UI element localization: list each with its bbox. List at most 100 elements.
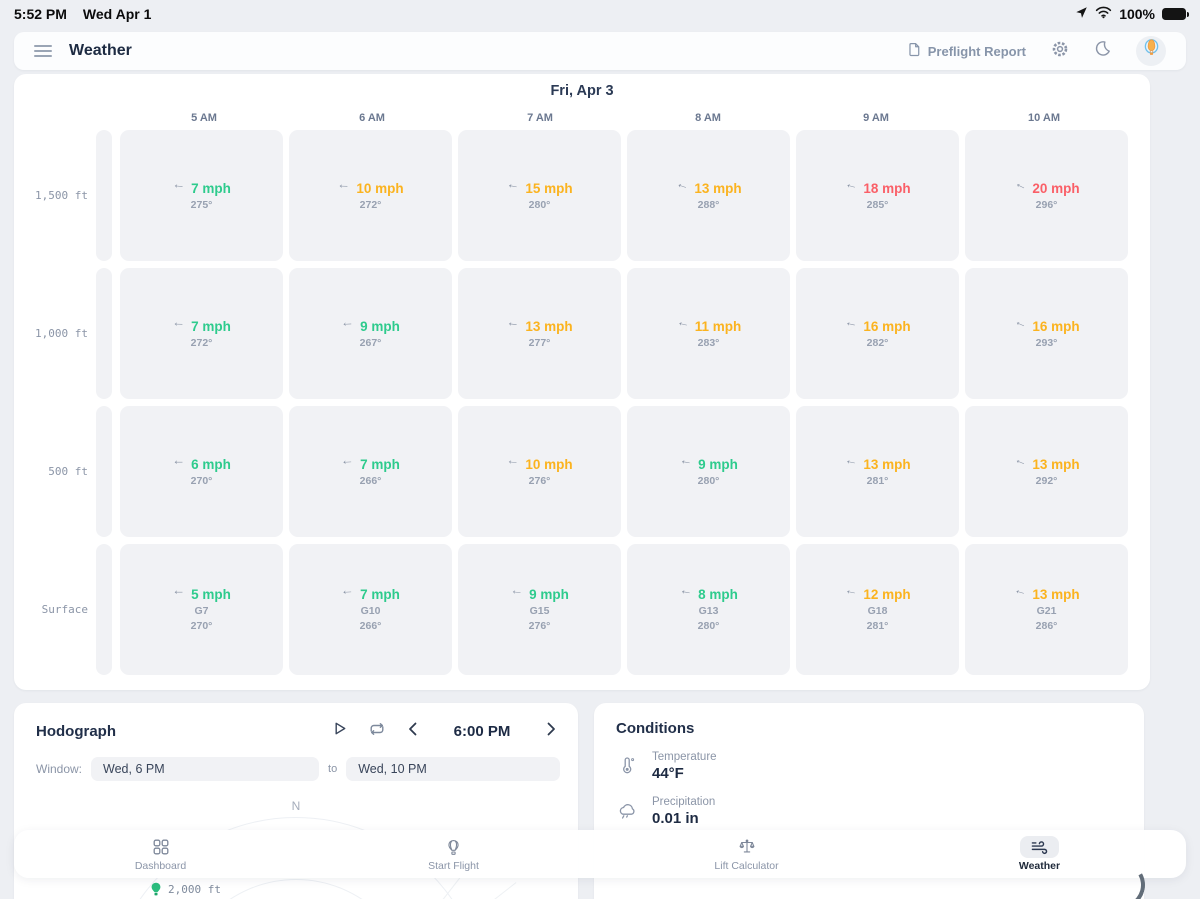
forecast-row: 1,000 ft→7 mph272°→9 mph267°→13 mph277°→… — [14, 268, 1128, 399]
preflight-report-button[interactable]: Preflight Report — [907, 42, 1026, 60]
condition-label: Precipitation — [652, 796, 715, 808]
wind-speed: 8 mph — [698, 587, 738, 602]
altitude-label: 500 ft — [14, 406, 96, 537]
window-to-input[interactable]: Wed, 10 PM — [346, 757, 560, 781]
wind-cell[interactable]: →15 mph280° — [458, 130, 621, 261]
wind-cell[interactable]: →11 mph283° — [627, 268, 790, 399]
wind-cell[interactable]: →12 mphG18281° — [796, 544, 959, 675]
wind-speed: 13 mph — [1032, 457, 1079, 472]
window-from-input[interactable]: Wed, 6 PM — [91, 757, 319, 781]
wind-gust: G7 — [194, 605, 208, 617]
chevron-left-icon[interactable] — [406, 721, 420, 742]
profile-avatar[interactable] — [1136, 36, 1166, 66]
tab-dashboard[interactable]: Dashboard — [14, 830, 307, 878]
battery-percent: 100% — [1119, 6, 1155, 22]
wind-speed: 9 mph — [698, 457, 738, 472]
condition-value: 0.01 in — [652, 810, 715, 827]
wind-speed: 16 mph — [1032, 319, 1079, 334]
wind-speed-line: →16 mph — [1013, 319, 1079, 334]
settings-button[interactable] — [1051, 40, 1069, 63]
compass-north-label: N — [14, 799, 578, 813]
marker-altitude-label: 2,000 ft — [168, 883, 221, 896]
wind-cell[interactable]: →10 mph276° — [458, 406, 621, 537]
tab-lift-calculator[interactable]: Lift Calculator — [600, 830, 893, 878]
wind-cell[interactable]: →13 mphG21286° — [965, 544, 1128, 675]
wind-cell[interactable]: →5 mphG7270° — [120, 544, 283, 675]
wind-direction: 285° — [867, 199, 889, 211]
wind-cell[interactable]: →13 mph277° — [458, 268, 621, 399]
wind-cell[interactable]: →13 mph292° — [965, 406, 1128, 537]
condition-label: Temperature — [652, 751, 717, 763]
repeat-icon[interactable] — [368, 721, 386, 742]
window-to-label: to — [328, 763, 337, 775]
wind-direction: 288° — [698, 199, 720, 211]
wind-speed: 16 mph — [863, 319, 910, 334]
play-icon[interactable] — [331, 720, 348, 742]
wind-speed: 12 mph — [863, 587, 910, 602]
wind-cell[interactable]: →7 mphG10266° — [289, 544, 452, 675]
wind-direction: 293° — [1036, 337, 1058, 349]
hours-spacer — [14, 112, 120, 124]
wind-direction-arrow: → — [505, 318, 520, 334]
wind-cell[interactable]: →16 mph282° — [796, 268, 959, 399]
wind-cell[interactable]: →9 mph267° — [289, 268, 452, 399]
hour-label: 9 AM — [792, 112, 960, 124]
wind-cell[interactable]: →9 mphG15276° — [458, 544, 621, 675]
wind-speed: 9 mph — [529, 587, 569, 602]
wind-speed-line: →6 mph — [172, 457, 231, 472]
tab-label: Dashboard — [135, 860, 186, 872]
wind-speed-line: →7 mph — [172, 319, 231, 334]
dark-mode-button[interactable] — [1094, 40, 1111, 62]
grid-icon — [152, 836, 170, 858]
tab-label: Lift Calculator — [714, 860, 778, 872]
wind-speed-line: →7 mph — [341, 457, 400, 472]
wind-cell[interactable]: →8 mphG13280° — [627, 544, 790, 675]
forecast-panel: Fri, Apr 3 5 AM6 AM7 AM8 AM9 AM10 AM 1,5… — [14, 74, 1150, 690]
wind-cell[interactable]: →6 mph270° — [120, 406, 283, 537]
wind-direction: 270° — [191, 620, 213, 632]
tab-start-flight[interactable]: Start Flight — [307, 830, 600, 878]
wind-cell[interactable]: →9 mph280° — [627, 406, 790, 537]
wind-cell[interactable]: →13 mph288° — [627, 130, 790, 261]
wind-speed: 13 mph — [694, 181, 741, 196]
wind-direction: 296° — [1036, 199, 1058, 211]
wind-speed: 20 mph — [1032, 181, 1079, 196]
wind-direction-arrow: → — [674, 317, 690, 335]
wind-speed: 7 mph — [360, 457, 400, 472]
forecast-rows: 1,500 ft→7 mph275°→10 mph272°→15 mph280°… — [14, 130, 1150, 675]
hour-label: 10 AM — [960, 112, 1128, 124]
hour-label: 6 AM — [288, 112, 456, 124]
wind-direction-arrow: → — [505, 179, 520, 196]
balloon-avatar-icon — [1141, 38, 1162, 64]
menu-icon[interactable] — [34, 45, 52, 57]
wind-cell[interactable]: →13 mph281° — [796, 406, 959, 537]
tab-bar: Dashboard Start Flight Lift Calculator Weat… — [14, 830, 1186, 878]
wind-direction: 275° — [191, 199, 213, 211]
wind-direction-arrow: → — [843, 317, 859, 334]
hodograph-title: Hodograph — [36, 723, 116, 740]
wind-cell[interactable]: →16 mph 293° — [965, 268, 1128, 399]
wind-cell[interactable]: →20 mph296° — [965, 130, 1128, 261]
wind-speed-line: →13 mph — [1013, 587, 1079, 602]
wind-cell[interactable]: →18 mph285° — [796, 130, 959, 261]
forecast-row: Surface→5 mphG7270°→7 mphG10266°→9 mphG1… — [14, 544, 1128, 675]
wind-cell[interactable]: →10 mph272° — [289, 130, 452, 261]
tab-weather[interactable]: Weather — [893, 830, 1186, 878]
tab-label: Start Flight — [428, 860, 479, 872]
wind-direction: 266° — [360, 620, 382, 632]
wind-cell[interactable]: →7 mph266° — [289, 406, 452, 537]
prev-hour-cell-edge — [96, 544, 112, 675]
wind-speed: 13 mph — [525, 319, 572, 334]
altitude-label: Surface — [14, 544, 96, 675]
wind-direction-arrow: → — [678, 586, 693, 603]
wind-cell[interactable]: →7 mph275° — [120, 130, 283, 261]
app-screen: 5:52 PM Wed Apr 1 100% Weather — [0, 0, 1200, 899]
chevron-right-icon[interactable] — [544, 721, 558, 742]
wind-direction-arrow: → — [172, 457, 185, 472]
status-time: 5:52 PM — [14, 6, 67, 22]
window-label: Window: — [36, 762, 82, 776]
condition-item: Temperature 44°F — [616, 751, 1122, 782]
wind-direction: 286° — [1036, 620, 1058, 632]
wind-direction-arrow: → — [337, 180, 351, 195]
wind-cell[interactable]: →7 mph272° — [120, 268, 283, 399]
